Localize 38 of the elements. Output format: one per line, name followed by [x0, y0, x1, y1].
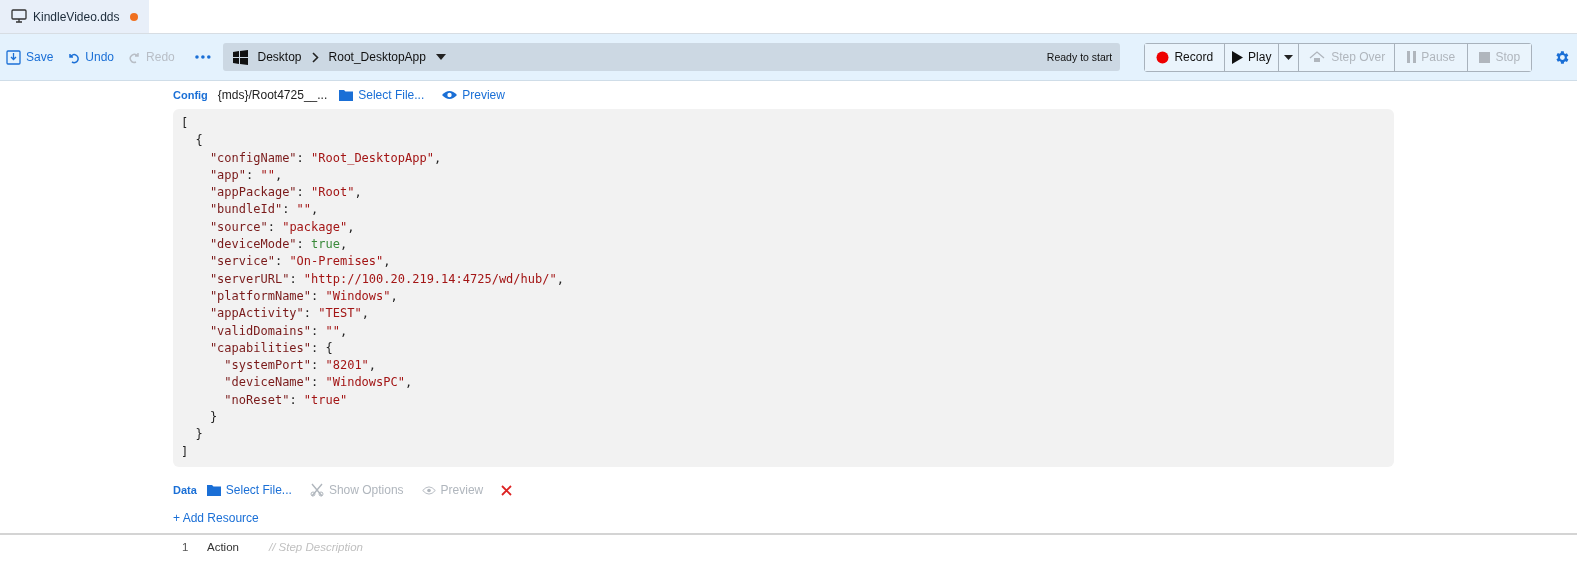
save-button[interactable]: Save [6, 49, 54, 65]
code-line: } [208, 409, 219, 427]
status-text: Ready to start [1046, 51, 1113, 63]
code-line: "validDomains": "", [208, 322, 349, 340]
add-resource-link[interactable]: + Add Resource [173, 509, 259, 527]
select-file-link[interactable]: Select File... [206, 483, 292, 497]
code-line: "service": "On-Premises", [208, 253, 392, 271]
code-line: "capabilities": { [208, 339, 334, 357]
code-line: "source": "package", [208, 218, 356, 236]
code-line: "appPackage": "Root", [208, 184, 363, 202]
code-line: "app": "", [208, 166, 284, 184]
play-button[interactable]: Play [1225, 43, 1280, 71]
code-line: "deviceMode": true, [208, 236, 349, 254]
code-line: ] [181, 443, 190, 461]
breadcrumb-item[interactable]: Root_DesktopApp [328, 50, 426, 64]
tab-title: KindleVideo.dds [33, 9, 120, 24]
code-line: "serverURL": "http://100.20.219.14:4725/wd/hub/", [208, 270, 565, 288]
code-line: "configName": "Root_DesktopApp", [208, 149, 443, 167]
step-number: 1 [182, 541, 190, 553]
code-line: "deviceName": "WindowsPC", [223, 374, 414, 392]
code-line: "bundleId": "", [208, 201, 320, 219]
select-file-link[interactable]: Select File... [339, 88, 425, 102]
code-line: { [194, 132, 204, 150]
code-line: "systemPort": "8201", [223, 357, 378, 375]
config-label: Config [173, 89, 208, 101]
file-tab[interactable]: KindleVideo.dds [0, 0, 149, 33]
code-line: [ [181, 115, 190, 132]
undo-button[interactable]: Undo [67, 50, 115, 64]
config-path: {mds}/Root4725__... [217, 88, 328, 102]
record-button[interactable]: Record [1145, 43, 1226, 71]
breadcrumb-item[interactable]: Desktop [257, 50, 302, 64]
code-line: } [194, 426, 204, 444]
data-label: Data [173, 484, 197, 496]
code-line: "platformName": "Windows", [208, 287, 399, 305]
step-action[interactable]: Action [207, 541, 269, 553]
preview-link[interactable]: Preview [442, 88, 505, 102]
code-line: "appActivity": "TEST", [208, 305, 370, 323]
code-line: "noReset": "true" [223, 391, 349, 409]
